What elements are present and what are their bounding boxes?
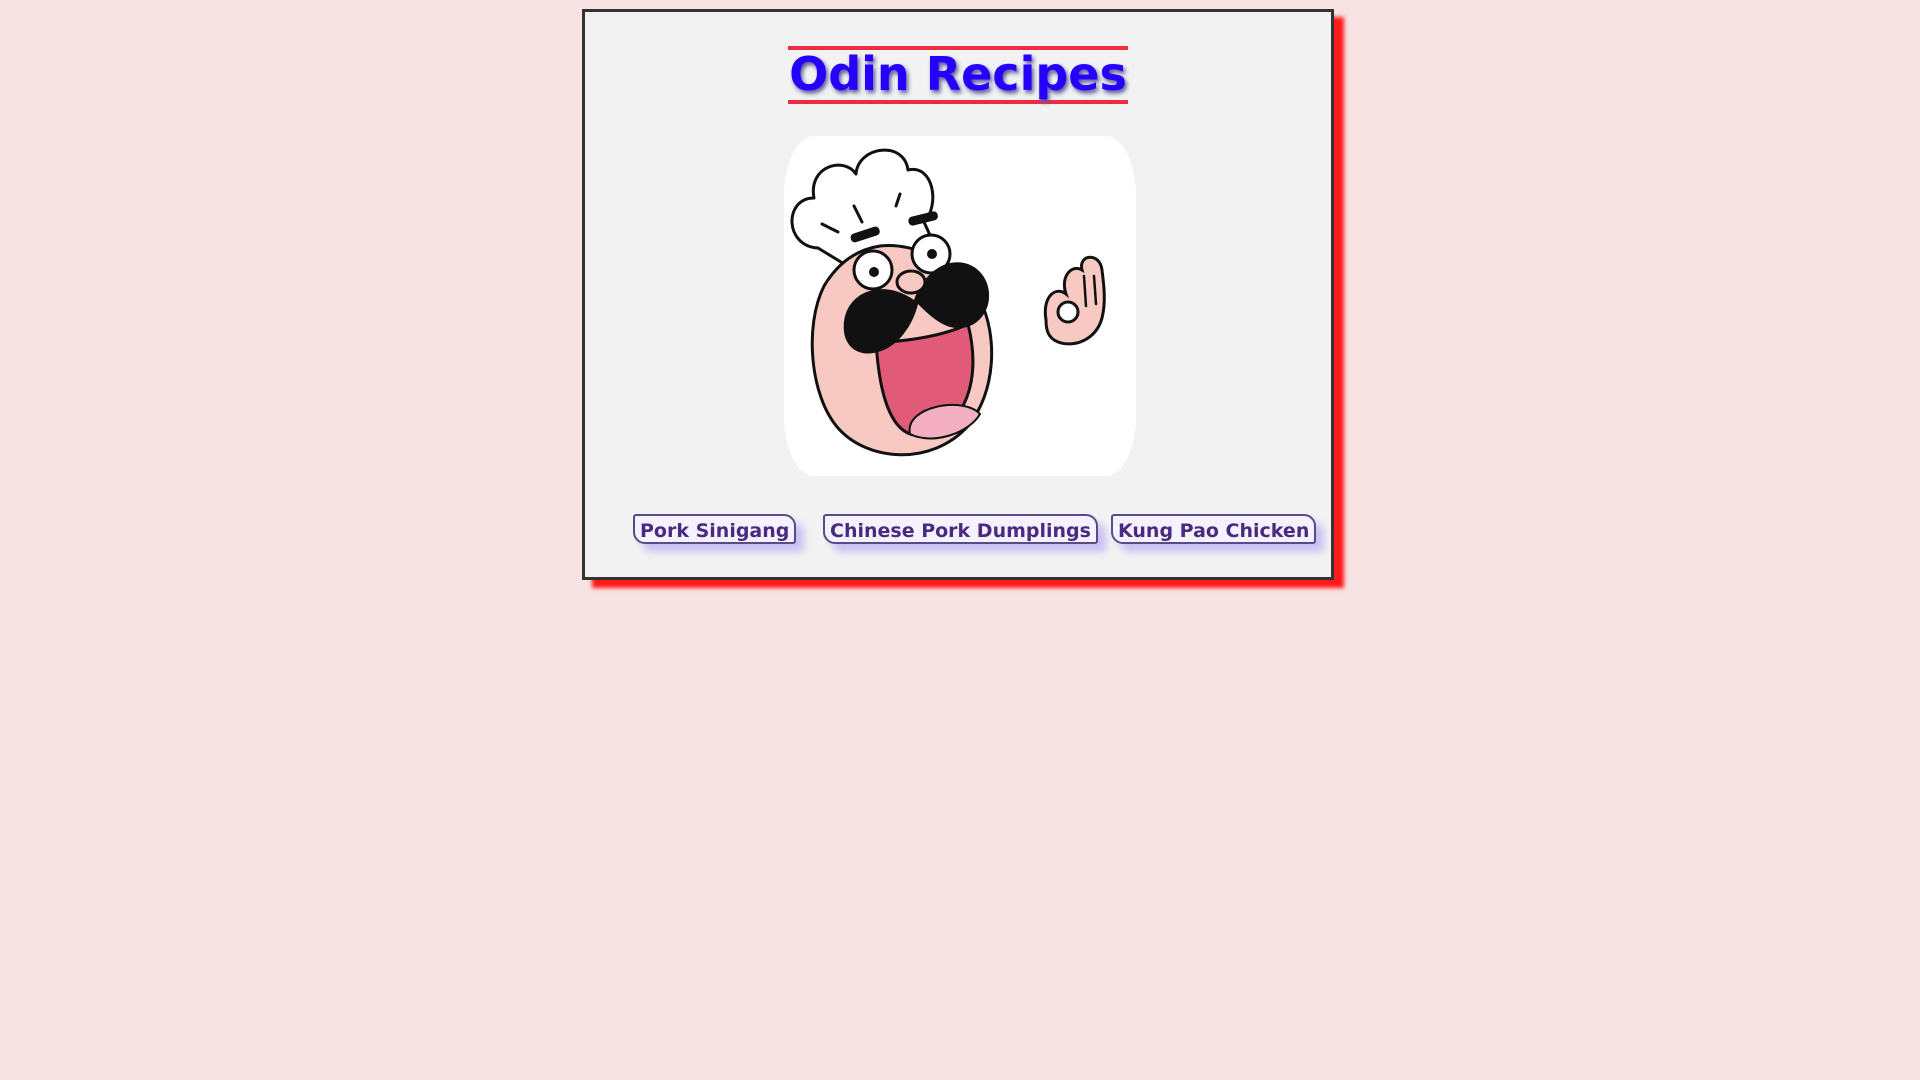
recipe-links: Pork Sinigang Chinese Pork Dumplings Kun…: [585, 514, 1331, 554]
main-card: Odin Recipes Pork Sinigang Chinese Pork …: [582, 9, 1334, 580]
page-title-text: Odin Recipes: [788, 46, 1128, 105]
recipe-link-chinese-pork-dumplings[interactable]: Chinese Pork Dumplings: [823, 514, 1098, 544]
recipe-link-pork-sinigang[interactable]: Pork Sinigang: [633, 514, 797, 544]
chef-mascot-image: [784, 136, 1136, 476]
page-title: Odin Recipes: [585, 46, 1331, 105]
chef-mascot-icon: [790, 148, 1106, 457]
recipe-link-kung-pao-chicken[interactable]: Kung Pao Chicken: [1111, 514, 1317, 544]
